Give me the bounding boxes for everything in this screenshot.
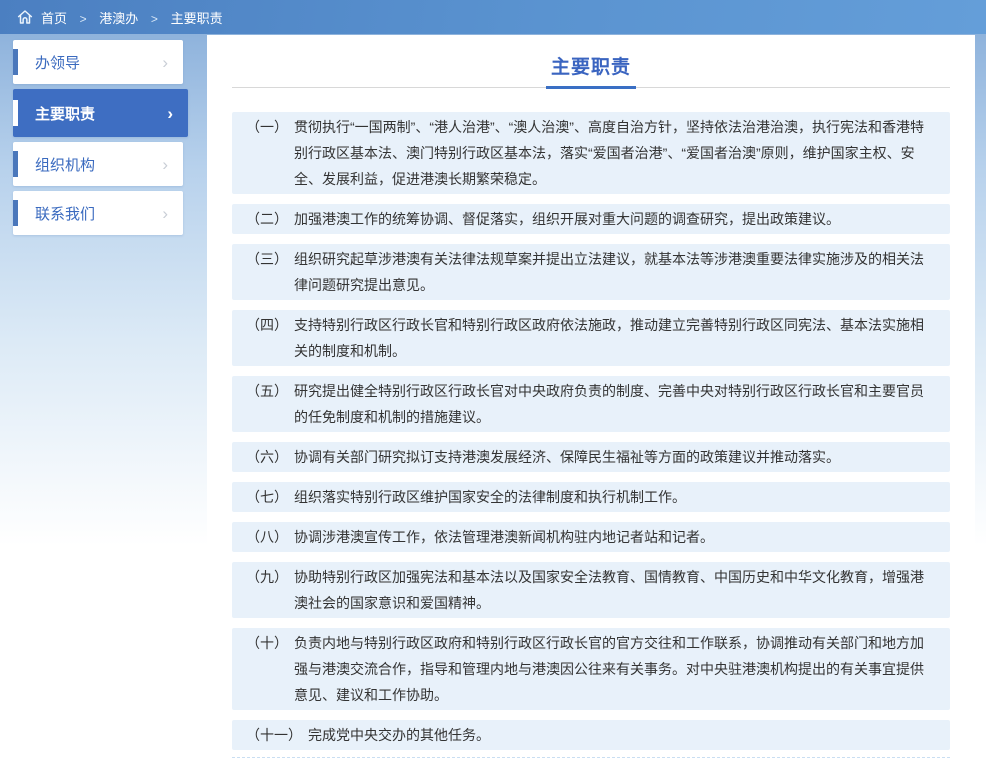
duty-item-1: （一） 贯彻执行“一国两制”、“港人治港”、“澳人治澳”、高度自治方针，坚持依法… — [232, 112, 950, 194]
duty-number: （六） — [246, 444, 288, 470]
duty-text: 协调涉港澳宣传工作，依法管理港澳新闻机构驻内地记者站和记者。 — [294, 524, 936, 550]
duty-item-2: （二） 加强港澳工作的统筹协调、督促落实，组织开展对重大问题的调查研究，提出政策… — [232, 204, 950, 234]
accent-bar — [13, 49, 18, 75]
sidebar-nav: 办领导 › 主要职责 › 组织机构 › 联系我们 › — [13, 40, 193, 240]
duty-text: 完成党中央交办的其他任务。 — [308, 722, 936, 748]
breadcrumb-separator: > — [151, 12, 158, 26]
chevron-right-icon: › — [167, 105, 173, 122]
breadcrumb-current-page: 主要职责 — [171, 11, 223, 26]
breadcrumb-separator: > — [80, 12, 87, 26]
sidebar-item-label: 办领导 — [35, 52, 80, 73]
sidebar-item-leadership[interactable]: 办领导 › — [13, 40, 183, 84]
duty-item-3: （三） 组织研究起草涉港澳有关法律法规草案并提出立法建议，就基本法等涉港澳重要法… — [232, 244, 950, 300]
duty-number: （十一） — [246, 722, 302, 748]
duty-number: （三） — [246, 246, 288, 298]
breadcrumb-gangaoban-link[interactable]: 港澳办 — [99, 11, 138, 26]
page-title: 主要职责 — [546, 52, 636, 89]
duty-number: （一） — [246, 114, 288, 192]
duty-number: （四） — [246, 312, 288, 364]
accent-bar — [13, 151, 18, 177]
duty-number: （五） — [246, 378, 288, 430]
duty-number: （八） — [246, 524, 288, 550]
duty-item-10: （十） 负责内地与特别行政区政府和特别行政区行政长官的官方交往和工作联系，协调推… — [232, 628, 950, 710]
accent-bar — [13, 200, 18, 226]
duty-item-8: （八） 协调涉港澳宣传工作，依法管理港澳新闻机构驻内地记者站和记者。 — [232, 522, 950, 552]
home-icon[interactable] — [16, 8, 34, 26]
duty-text: 研究提出健全特别行政区行政长官对中央政府负责的制度、完善中央对特别行政区行政长官… — [294, 378, 936, 430]
breadcrumb-home-link[interactable]: 首页 — [41, 11, 67, 26]
duty-number: （九） — [246, 564, 288, 616]
sidebar-item-label: 组织机构 — [35, 154, 95, 175]
title-row: 主要职责 — [232, 52, 950, 88]
duty-item-6: （六） 协调有关部门研究拟订支持港澳发展经济、保障民生福祉等方面的政策建议并推动… — [232, 442, 950, 472]
chevron-right-icon: › — [162, 205, 168, 222]
duty-text: 加强港澳工作的统筹协调、督促落实，组织开展对重大问题的调查研究，提出政策建议。 — [294, 206, 936, 232]
sidebar-item-main-duties[interactable]: 主要职责 › — [13, 89, 188, 137]
duty-text: 协助特别行政区加强宪法和基本法以及国家安全法教育、国情教育、中国历史和中华文化教… — [294, 564, 936, 616]
duty-item-11: （十一） 完成党中央交办的其他任务。 — [232, 720, 950, 750]
duty-item-4: （四） 支持特别行政区行政长官和特别行政区政府依法施政，推动建立完善特别行政区同… — [232, 310, 950, 366]
duty-text: 组织研究起草涉港澳有关法律法规草案并提出立法建议，就基本法等涉港澳重要法律实施涉… — [294, 246, 936, 298]
duty-number: （二） — [246, 206, 288, 232]
duty-item-7: （七） 组织落实特别行政区维护国家安全的法律制度和执行机制工作。 — [232, 482, 950, 512]
duty-text: 组织落实特别行政区维护国家安全的法律制度和执行机制工作。 — [294, 484, 936, 510]
breadcrumb: 首页 > 港澳办 > 主要职责 — [41, 8, 223, 27]
accent-bar — [13, 100, 18, 126]
sidebar-item-contact-us[interactable]: 联系我们 › — [13, 191, 183, 235]
duty-number: （十） — [246, 630, 288, 708]
sidebar-item-label: 主要职责 — [35, 103, 95, 124]
duty-number: （七） — [246, 484, 288, 510]
duty-item-9: （九） 协助特别行政区加强宪法和基本法以及国家安全法教育、国情教育、中国历史和中… — [232, 562, 950, 618]
chevron-right-icon: › — [162, 54, 168, 71]
breadcrumb-bar: 首页 > 港澳办 > 主要职责 — [0, 0, 986, 34]
sidebar-item-organization[interactable]: 组织机构 › — [13, 142, 183, 186]
sidebar-item-label: 联系我们 — [35, 203, 95, 224]
duties-list: （一） 贯彻执行“一国两制”、“港人治港”、“澳人治澳”、高度自治方针，坚持依法… — [232, 112, 950, 758]
duty-text: 协调有关部门研究拟订支持港澳发展经济、保障民生福祉等方面的政策建议并推动落实。 — [294, 444, 936, 470]
main-content-panel: 主要职责 （一） 贯彻执行“一国两制”、“港人治港”、“澳人治澳”、高度自治方针… — [207, 35, 975, 758]
duty-item-5: （五） 研究提出健全特别行政区行政长官对中央政府负责的制度、完善中央对特别行政区… — [232, 376, 950, 432]
duty-text: 贯彻执行“一国两制”、“港人治港”、“澳人治澳”、高度自治方针，坚持依法治港治澳… — [294, 114, 936, 192]
duty-text: 负责内地与特别行政区政府和特别行政区行政长官的官方交往和工作联系，协调推动有关部… — [294, 630, 936, 708]
duty-text: 支持特别行政区行政长官和特别行政区政府依法施政，推动建立完善特别行政区同宪法、基… — [294, 312, 936, 364]
chevron-right-icon: › — [162, 156, 168, 173]
